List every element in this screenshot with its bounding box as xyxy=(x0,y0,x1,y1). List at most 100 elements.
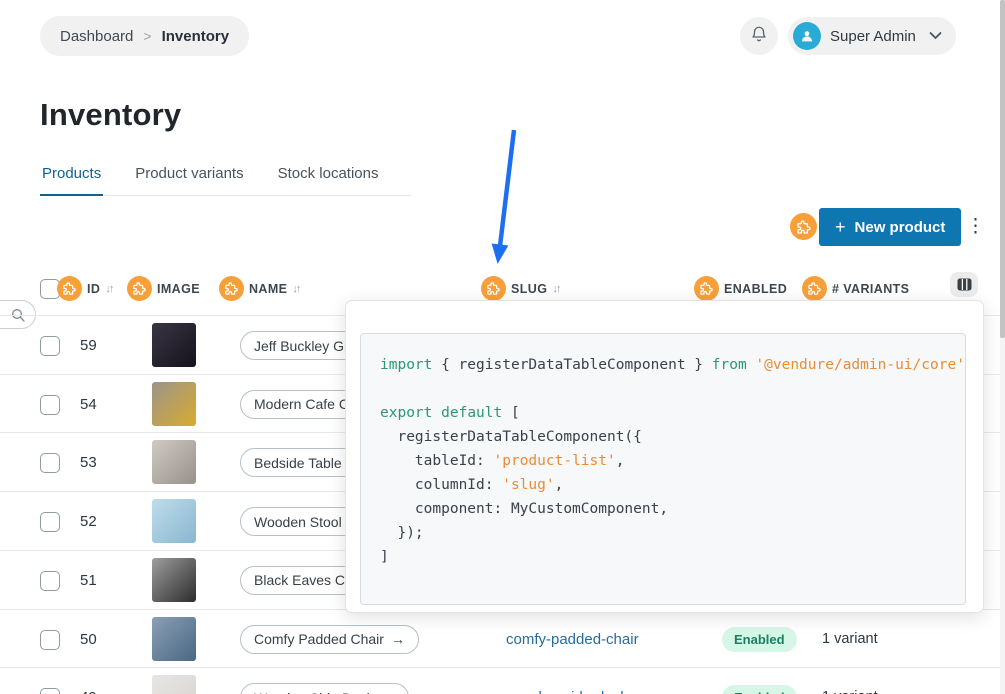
chevron-right-icon: > xyxy=(143,28,151,44)
cell-id: 53 xyxy=(80,454,97,471)
code-snippet-popup: import { registerDataTableComponent } fr… xyxy=(345,300,984,613)
tab-product-variants[interactable]: Product variants xyxy=(133,165,245,195)
extension-point-badge xyxy=(694,276,719,301)
code-line: }); xyxy=(380,521,965,545)
arrow-right-icon: → xyxy=(381,690,395,694)
cell-variants: 1 variant xyxy=(822,689,878,694)
tab-bar: Products Product variants Stock location… xyxy=(40,165,411,196)
user-menu[interactable]: Super Admin xyxy=(788,17,956,55)
cell-id: 59 xyxy=(80,337,97,354)
column-label: SLUG xyxy=(511,282,547,296)
product-name: Bedside Table xyxy=(254,455,342,471)
product-name: Wooden Side Desk xyxy=(254,690,374,694)
extension-point-badge xyxy=(127,276,152,301)
scrollbar-thumb[interactable] xyxy=(1000,0,1005,338)
cell-variants: 1 variant xyxy=(822,631,878,647)
puzzle-icon xyxy=(132,281,147,296)
cell-id: 51 xyxy=(80,572,97,589)
column-header-enabled: ENABLED xyxy=(694,276,787,301)
table-row: 50 Comfy Padded Chair → comfy-padded-chair E… xyxy=(0,609,1005,669)
breadcrumb: Dashboard > Inventory xyxy=(40,16,249,56)
puzzle-icon xyxy=(486,281,501,296)
column-header-name[interactable]: NAME ↓↑ xyxy=(219,276,299,301)
extension-point-badge xyxy=(790,213,817,240)
enabled-badge: Enabled xyxy=(722,685,797,694)
puzzle-icon xyxy=(62,281,77,296)
column-header-image: IMAGE xyxy=(127,276,200,301)
cell-slug[interactable]: comfy-padded-chair xyxy=(506,631,639,648)
column-label: ENABLED xyxy=(724,282,787,296)
puzzle-icon xyxy=(807,281,822,296)
product-name: Comfy Padded Chair xyxy=(254,631,384,647)
code-line: export default [ xyxy=(380,401,965,425)
row-checkbox[interactable] xyxy=(40,688,60,694)
cell-id: 49 xyxy=(80,689,97,694)
code-line: ] xyxy=(380,545,965,569)
more-actions-button[interactable]: ⋮ xyxy=(966,214,985,240)
vendure-admin-window: Dashboard > Inventory Super Admin Invent… xyxy=(0,0,1005,694)
tab-stock-locations[interactable]: Stock locations xyxy=(276,165,381,195)
product-thumbnail xyxy=(152,440,196,484)
column-label: IMAGE xyxy=(157,282,200,296)
page-title: Inventory xyxy=(40,97,181,133)
table-row: 49 Wooden Side Desk → wooden-side-desk Enabl… xyxy=(0,667,1005,694)
plus-icon: + xyxy=(835,217,846,238)
cell-id: 50 xyxy=(80,631,97,648)
column-header-variants: # VARIANTS xyxy=(802,276,909,301)
bell-icon xyxy=(750,25,768,48)
column-label: # VARIANTS xyxy=(832,282,909,296)
scrollbar-track xyxy=(1000,0,1005,694)
product-thumbnail xyxy=(152,675,196,694)
user-name: Super Admin xyxy=(830,28,916,45)
column-header-slug[interactable]: SLUG ↓↑ xyxy=(481,276,559,301)
code-line: tableId: 'product-list', xyxy=(380,449,965,473)
row-checkbox[interactable] xyxy=(40,395,60,415)
row-checkbox[interactable] xyxy=(40,630,60,650)
breadcrumb-dashboard[interactable]: Dashboard xyxy=(60,28,133,45)
enabled-badge: Enabled xyxy=(722,627,797,652)
code-line: import { registerDataTableComponent } fr… xyxy=(380,353,965,377)
chevron-down-icon xyxy=(929,27,942,45)
extension-point-badge xyxy=(481,276,506,301)
sort-icon[interactable]: ↓↑ xyxy=(292,283,299,295)
product-thumbnail xyxy=(152,499,196,543)
arrow-right-icon: → xyxy=(391,631,405,647)
notifications-button[interactable] xyxy=(740,17,778,55)
cell-slug[interactable]: wooden-side-desk xyxy=(506,689,628,694)
code-line: registerDataTableComponent({ xyxy=(380,425,965,449)
extension-point-badge xyxy=(57,276,82,301)
columns-icon xyxy=(957,278,972,291)
product-thumbnail xyxy=(152,323,196,367)
column-visibility-button[interactable] xyxy=(950,272,978,297)
puzzle-icon xyxy=(699,281,714,296)
product-name-link[interactable]: Comfy Padded Chair → xyxy=(240,625,419,654)
code-line: component: MyCustomComponent, xyxy=(380,497,965,521)
code-line: columnId: 'slug', xyxy=(380,473,965,497)
new-product-label: New product xyxy=(855,219,946,236)
new-product-button[interactable]: + New product xyxy=(819,208,961,246)
column-label: ID xyxy=(87,282,100,296)
row-checkbox[interactable] xyxy=(40,571,60,591)
product-name-link[interactable]: Wooden Side Desk → xyxy=(240,683,409,694)
puzzle-icon xyxy=(224,281,239,296)
column-label: NAME xyxy=(249,282,287,296)
cell-id: 52 xyxy=(80,513,97,530)
row-checkbox[interactable] xyxy=(40,512,60,532)
product-thumbnail xyxy=(152,382,196,426)
cell-id: 54 xyxy=(80,396,97,413)
breadcrumb-inventory[interactable]: Inventory xyxy=(162,28,230,45)
extension-point-badge xyxy=(802,276,827,301)
row-checkbox[interactable] xyxy=(40,453,60,473)
extension-point-badge xyxy=(219,276,244,301)
product-thumbnail xyxy=(152,558,196,602)
sort-icon[interactable]: ↓↑ xyxy=(552,283,559,295)
product-thumbnail xyxy=(152,617,196,661)
column-header-id[interactable]: ID ↓↑ xyxy=(57,276,112,301)
product-name: Wooden Stool xyxy=(254,514,342,530)
avatar xyxy=(793,22,821,50)
code-line xyxy=(380,377,965,401)
code-block: import { registerDataTableComponent } fr… xyxy=(360,333,966,605)
row-checkbox[interactable] xyxy=(40,336,60,356)
tab-products[interactable]: Products xyxy=(40,165,103,196)
sort-icon[interactable]: ↓↑ xyxy=(105,283,112,295)
